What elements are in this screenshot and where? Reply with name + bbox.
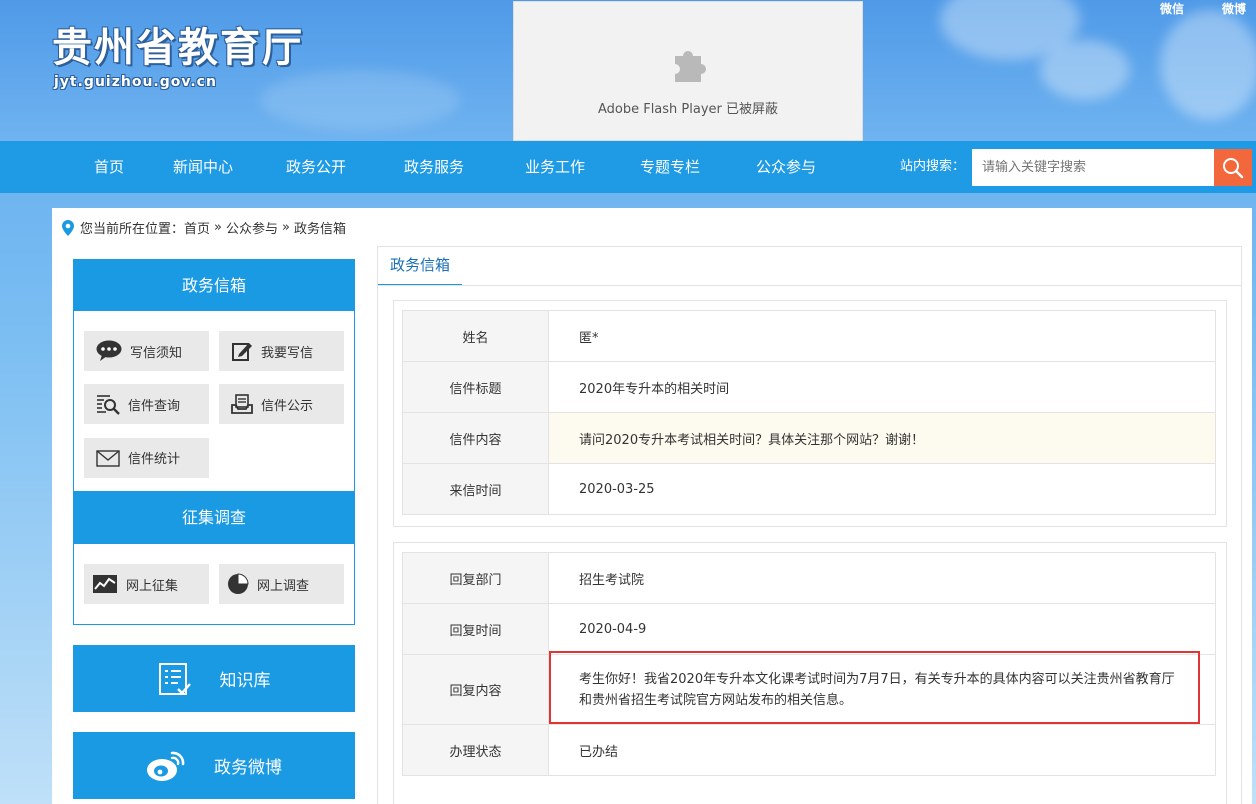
reply-info-box: 回复部门 招生考试院 回复时间 2020-04-9 回复内容 考生你好！我省20… xyxy=(393,542,1227,804)
edit-icon xyxy=(232,343,252,361)
site-logo-title[interactable]: 贵州省教育厅 xyxy=(52,24,304,72)
knowledge-base-label: 知识库 xyxy=(219,671,271,691)
nav-item-home[interactable]: 首页 xyxy=(94,141,124,193)
mailbox-panel-title: 政务信箱 xyxy=(74,260,354,311)
main-content-area: 您当前所在位置： 首页 » 公众参与 » 政务信箱 政务信箱 写信须知 我要写信… xyxy=(52,208,1252,804)
breadcrumb-home[interactable]: 首页 xyxy=(184,218,210,237)
tab-divider xyxy=(378,285,1241,286)
write-letter-label: 我要写信 xyxy=(261,345,314,361)
site-logo-url: jyt.guizhou.gov.cn xyxy=(54,74,217,90)
site-header: 贵州省教育厅 jyt.guizhou.gov.cn Adobe Flash Pl… xyxy=(0,0,1256,141)
inbox-document-icon xyxy=(231,394,253,415)
flash-placeholder[interactable]: Adobe Flash Player 已被屏蔽 xyxy=(513,1,863,141)
letter-query-label: 信件查询 xyxy=(128,398,181,414)
breadcrumb-separator: » xyxy=(214,220,222,235)
reply-department-label: 回复部门 xyxy=(402,552,549,604)
search-icon xyxy=(1223,157,1244,178)
online-collection-label: 网上征集 xyxy=(126,578,179,594)
sidebar: 政务信箱 写信须知 我要写信 信件查询 信件公示 信件统计 征集调查 网上征集 … xyxy=(73,259,355,799)
letter-title-value: 2020年专升本的相关时间 xyxy=(548,361,1216,413)
breadcrumb: 您当前所在位置： 首页 » 公众参与 » 政务信箱 xyxy=(62,218,346,237)
letter-date-label: 来信时间 xyxy=(402,463,549,515)
pie-chart-icon xyxy=(228,573,249,594)
reply-department-value: 招生考试院 xyxy=(548,552,1216,604)
wechat-link[interactable]: 微信 xyxy=(1160,0,1184,17)
gov-weibo-label: 政务微博 xyxy=(214,758,282,778)
table-row: 办理状态 已办结 xyxy=(402,724,1216,776)
top-links: 微信 微博 xyxy=(1160,0,1246,17)
online-collection-button[interactable]: 网上征集 xyxy=(84,564,209,604)
letter-publicity-button[interactable]: 信件公示 xyxy=(219,384,344,425)
table-row: 信件内容 请问2020专升本考试相关时间？具体关注那个网站？谢谢！ xyxy=(402,412,1216,464)
letter-name-value: 匿* xyxy=(548,310,1216,362)
breadcrumb-current[interactable]: 政务信箱 xyxy=(294,218,346,237)
line-chart-icon xyxy=(93,575,117,593)
reply-content-label: 回复内容 xyxy=(402,654,549,725)
letter-content-value: 请问2020专升本考试相关时间？具体关注那个网站？谢谢！ xyxy=(548,412,1216,464)
document-search-icon xyxy=(97,395,120,416)
letter-guide-label: 写信须知 xyxy=(130,345,183,361)
checklist-icon xyxy=(158,662,191,695)
breadcrumb-prefix: 您当前所在位置： xyxy=(80,222,185,237)
gov-weibo-button[interactable]: 政务微博 xyxy=(73,732,355,799)
tab-gov-mailbox[interactable]: 政务信箱 xyxy=(378,247,462,286)
letter-statistics-label: 信件统计 xyxy=(128,452,181,468)
header-cloud-decoration xyxy=(260,70,460,130)
weibo-link[interactable]: 微博 xyxy=(1222,0,1246,17)
letter-date-value: 2020-03-25 xyxy=(548,463,1216,515)
nav-item-business[interactable]: 业务工作 xyxy=(525,141,585,193)
knowledge-base-button[interactable]: 知识库 xyxy=(73,645,355,712)
search-input[interactable] xyxy=(972,149,1214,186)
mailbox-panel: 政务信箱 写信须知 我要写信 信件查询 信件公示 信件统计 征集调查 网上征集 … xyxy=(73,259,355,625)
nav-item-news[interactable]: 新闻中心 xyxy=(173,141,233,193)
survey-button-grid: 网上征集 网上调查 xyxy=(74,544,354,624)
nav-item-topics[interactable]: 专题专栏 xyxy=(640,141,700,193)
table-row: 来信时间 2020-03-25 xyxy=(402,463,1216,515)
breadcrumb-separator: » xyxy=(282,220,290,235)
mailbox-button-grid: 写信须知 我要写信 信件查询 信件公示 信件统计 xyxy=(74,311,354,491)
online-survey-label: 网上调查 xyxy=(257,578,310,594)
envelope-icon xyxy=(96,449,120,467)
location-pin-icon xyxy=(62,219,74,236)
flash-blocked-text: Adobe Flash Player 已被屏蔽 xyxy=(597,102,779,117)
write-letter-button[interactable]: 我要写信 xyxy=(219,331,344,371)
search-button[interactable] xyxy=(1214,149,1252,186)
search-label: 站内搜索： xyxy=(900,159,966,174)
weibo-icon xyxy=(147,751,185,781)
reply-date-value: 2020-04-9 xyxy=(548,603,1216,655)
letter-name-label: 姓名 xyxy=(402,310,549,362)
reply-status-value: 已办结 xyxy=(548,724,1216,776)
letter-query-button[interactable]: 信件查询 xyxy=(84,384,209,425)
nav-item-gov-affairs[interactable]: 政务公开 xyxy=(286,141,346,193)
nav-item-public-participation[interactable]: 公众参与 xyxy=(756,141,816,193)
nav-item-gov-services[interactable]: 政务服务 xyxy=(404,141,464,193)
survey-panel-title: 征集调查 xyxy=(74,491,354,544)
header-cloud-decoration xyxy=(1160,10,1256,120)
reply-date-label: 回复时间 xyxy=(402,603,549,655)
table-row: 信件标题 2020年专升本的相关时间 xyxy=(402,361,1216,413)
table-row: 回复部门 招生考试院 xyxy=(402,552,1216,604)
table-row: 姓名 匿* xyxy=(402,310,1216,362)
online-survey-button[interactable]: 网上调查 xyxy=(219,564,344,604)
breadcrumb-public-participation[interactable]: 公众参与 xyxy=(226,218,278,237)
letter-content-label: 信件内容 xyxy=(402,412,549,464)
letter-info-table: 姓名 匿* 信件标题 2020年专升本的相关时间 信件内容 请问2020专升本考… xyxy=(402,310,1216,515)
header-cloud-decoration xyxy=(1040,40,1130,100)
table-row: 回复时间 2020-04-9 xyxy=(402,603,1216,655)
letter-info-box: 姓名 匿* 信件标题 2020年专升本的相关时间 信件内容 请问2020专升本考… xyxy=(393,300,1227,527)
reply-highlight-box xyxy=(549,651,1200,724)
letter-guide-button[interactable]: 写信须知 xyxy=(84,331,209,371)
letter-detail-panel: 政务信箱 姓名 匿* 信件标题 2020年专升本的相关时间 信件内容 请问202… xyxy=(377,246,1242,804)
plugin-puzzle-icon xyxy=(675,51,706,82)
speech-bubble-icon xyxy=(96,340,122,361)
letter-title-label: 信件标题 xyxy=(402,361,549,413)
letter-statistics-button[interactable]: 信件统计 xyxy=(84,437,209,478)
letter-publicity-label: 信件公示 xyxy=(261,398,314,414)
reply-status-label: 办理状态 xyxy=(402,724,549,776)
